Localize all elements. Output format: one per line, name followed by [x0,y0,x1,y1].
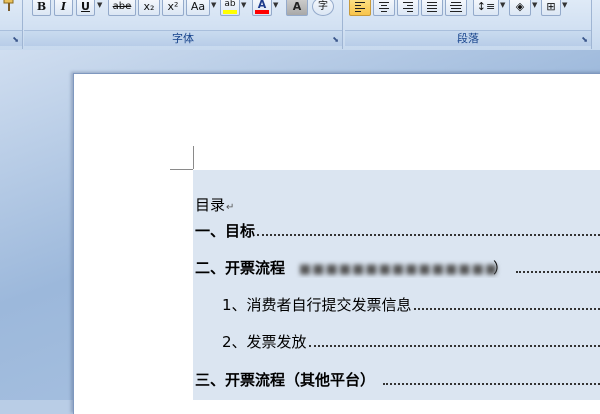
paragraph-mark-icon: ↵ [226,202,235,213]
toc-entry[interactable]: 二、开票流程 ■■■■■■■■■■■■■■■ ） [195,256,600,278]
line-spacing-button[interactable]: ↕≡ [473,0,499,16]
toc-leader-dots [383,383,600,385]
paragraph-dialog-launcher-icon[interactable]: ⬊ [581,35,588,44]
borders-icon: ⊞ [546,0,556,13]
ribbon: ⬊ B I U ▼ abe x₂ x² Aa ▼ ab ▼ A ▼ A 字 字体… [0,0,600,51]
paragraph-group: ↕≡ ▼ ◈ ▼ ⊞ ▼ 段落 ⬊ [345,0,592,49]
toc-leader-dots [308,345,600,347]
change-case-button[interactable]: Aa [186,0,210,16]
borders-button[interactable]: ⊞ [541,0,561,16]
toc-entry[interactable]: 1、消费者自行提交发票信息 [222,293,600,315]
shading-button[interactable]: ◈ [509,0,531,16]
borders-dropdown-icon[interactable]: ▼ [562,1,567,9]
clipboard-dialog-launcher-icon[interactable]: ⬊ [12,35,19,44]
toc-title-text: 目录 [195,196,226,214]
toc-title[interactable]: 目录↵ [195,194,234,215]
toc-leader-dots [413,308,600,310]
underline-button[interactable]: U [76,0,95,16]
format-painter-button[interactable] [0,0,18,16]
font-color-bar [255,10,269,14]
font-color-dropdown-icon[interactable]: ▼ [273,1,278,9]
line-spacing-icon: ↕≡ [476,0,496,13]
margin-corner-mark-horizontal [170,169,193,170]
redacted-text: ■■■■■■■■■■■■■■■ [299,262,499,277]
toc-entry-text: 三、开票流程（其他平台） [195,371,376,389]
paragraph-group-label: 段落 [345,30,591,46]
paint-bucket-icon: ◈ [515,0,525,13]
subscript-button[interactable]: x₂ [138,0,160,16]
distributed-button[interactable] [445,0,467,16]
shading-dropdown-icon[interactable]: ▼ [532,1,537,9]
highlight-dropdown-icon[interactable]: ▼ [241,1,246,9]
toc-entry-text: 2、发票发放 [222,333,307,351]
toc-entry-text: 1、消费者自行提交发票信息 [222,296,412,314]
font-group: B I U ▼ abe x₂ x² Aa ▼ ab ▼ A ▼ A 字 字体 ⬊ [24,0,343,49]
superscript-button[interactable]: x² [162,0,184,16]
clipboard-group: ⬊ [0,0,23,49]
toc-entry[interactable]: 2、发票发放 [222,330,600,352]
highlight-button[interactable]: ab [220,0,240,16]
highlight-color-bar [223,10,237,14]
strikethrough-button[interactable]: abe [108,0,136,16]
margin-corner-mark-vertical [193,146,194,169]
toc-entry[interactable]: 一、目标 [195,219,600,241]
font-color-button[interactable]: A [252,0,272,16]
toc-leader-dots [516,271,600,273]
align-right-button[interactable] [397,0,419,16]
toc-entry[interactable]: 三、开票流程（其他平台） [195,368,600,390]
enclose-characters-button[interactable]: 字 [312,0,334,16]
bold-button[interactable]: B [32,0,51,16]
underline-dropdown-icon[interactable]: ▼ [97,1,102,9]
toc-entry-text: 二、开票流程 [195,259,286,277]
italic-button[interactable]: I [54,0,73,16]
align-center-button[interactable] [373,0,395,16]
format-painter-icon [3,0,14,11]
justify-button[interactable] [421,0,443,16]
line-spacing-dropdown-icon[interactable]: ▼ [500,1,505,9]
align-left-button[interactable] [349,0,371,16]
toc-field-shading[interactable] [193,170,600,400]
toc-entry-text: 一、目标 [195,222,256,240]
character-shading-button[interactable]: A [286,0,308,16]
highlight-label: ab [224,0,236,9]
font-dialog-launcher-icon[interactable]: ⬊ [332,35,339,44]
font-group-label: 字体 [24,30,342,46]
toc-leader-dots [257,234,600,236]
change-case-dropdown-icon[interactable]: ▼ [211,1,216,9]
